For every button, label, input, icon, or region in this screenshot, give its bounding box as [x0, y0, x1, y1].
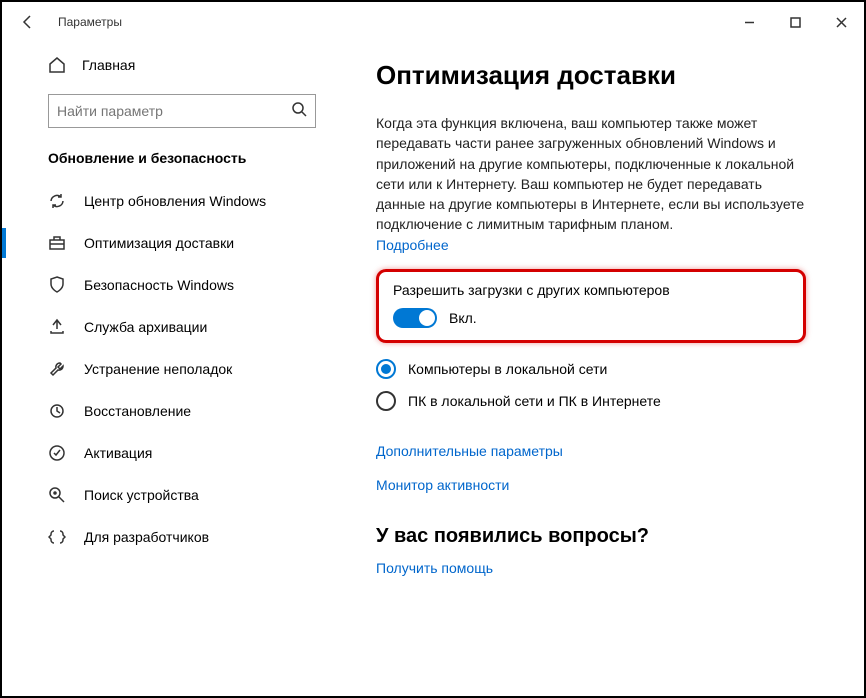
sidebar-item-activation[interactable]: Активация [2, 432, 340, 474]
find-device-icon [48, 486, 66, 504]
radio-local-network[interactable]: Компьютеры в локальной сети [376, 359, 828, 379]
sidebar-item-windows-update[interactable]: Центр обновления Windows [2, 180, 340, 222]
window-title: Параметры [58, 15, 122, 29]
radio-label: Компьютеры в локальной сети [408, 361, 607, 377]
shield-icon [48, 276, 66, 294]
nav-label: Для разработчиков [84, 529, 209, 545]
search-icon [291, 101, 307, 122]
nav-label: Поиск устройства [84, 487, 199, 503]
home-button[interactable]: Главная [2, 42, 340, 88]
home-icon [48, 56, 66, 74]
sidebar-item-troubleshoot[interactable]: Устранение неполадок [2, 348, 340, 390]
toggle-state: Вкл. [449, 310, 477, 326]
toggle-label: Разрешить загрузки с других компьютеров [393, 282, 789, 298]
nav-label: Безопасность Windows [84, 277, 234, 293]
content: Оптимизация доставки Когда эта функция в… [340, 42, 864, 696]
sidebar-item-windows-security[interactable]: Безопасность Windows [2, 264, 340, 306]
search-input[interactable] [57, 103, 291, 119]
activity-monitor-link[interactable]: Монитор активности [376, 477, 509, 493]
maximize-button[interactable] [772, 6, 818, 38]
toggle-knob [419, 310, 435, 326]
developers-icon [48, 528, 66, 546]
sidebar-item-backup[interactable]: Служба архивации [2, 306, 340, 348]
nav-label: Служба архивации [84, 319, 207, 335]
radio-icon [376, 391, 396, 411]
search-box[interactable] [48, 94, 316, 128]
section-title: Обновление и безопасность [2, 146, 340, 180]
help-heading: У вас появились вопросы? [376, 525, 828, 548]
sidebar-item-recovery[interactable]: Восстановление [2, 390, 340, 432]
page-title: Оптимизация доставки [376, 60, 828, 91]
activation-icon [48, 444, 66, 462]
sidebar-item-find-device[interactable]: Поиск устройства [2, 474, 340, 516]
home-label: Главная [82, 57, 135, 73]
allow-downloads-toggle[interactable] [393, 308, 437, 328]
back-button[interactable] [16, 10, 40, 34]
delivery-icon [48, 234, 66, 252]
sidebar-item-delivery-optimization[interactable]: Оптимизация доставки [2, 222, 340, 264]
advanced-options-link[interactable]: Дополнительные параметры [376, 443, 563, 459]
window-controls [726, 6, 864, 38]
get-help-link[interactable]: Получить помощь [376, 560, 493, 576]
radio-label: ПК в локальной сети и ПК в Интернете [408, 393, 661, 409]
nav-label: Активация [84, 445, 152, 461]
sync-icon [48, 192, 66, 210]
close-button[interactable] [818, 6, 864, 38]
sidebar: Главная Обновление и безопасность Центр … [2, 42, 340, 696]
nav-label: Оптимизация доставки [84, 235, 234, 251]
highlight-box: Разрешить загрузки с других компьютеров … [376, 269, 806, 343]
radio-local-and-internet[interactable]: ПК в локальной сети и ПК в Интернете [376, 391, 828, 411]
backup-icon [48, 318, 66, 336]
recovery-icon [48, 402, 66, 420]
titlebar: Параметры [2, 2, 864, 42]
nav-label: Устранение неполадок [84, 361, 232, 377]
learn-more-link[interactable]: Подробнее [376, 237, 449, 253]
description-text: Когда эта функция включена, ваш компьюте… [376, 113, 806, 235]
minimize-button[interactable] [726, 6, 772, 38]
sidebar-item-for-developers[interactable]: Для разработчиков [2, 516, 340, 558]
radio-icon [376, 359, 396, 379]
troubleshoot-icon [48, 360, 66, 378]
nav-label: Центр обновления Windows [84, 193, 266, 209]
nav-label: Восстановление [84, 403, 191, 419]
